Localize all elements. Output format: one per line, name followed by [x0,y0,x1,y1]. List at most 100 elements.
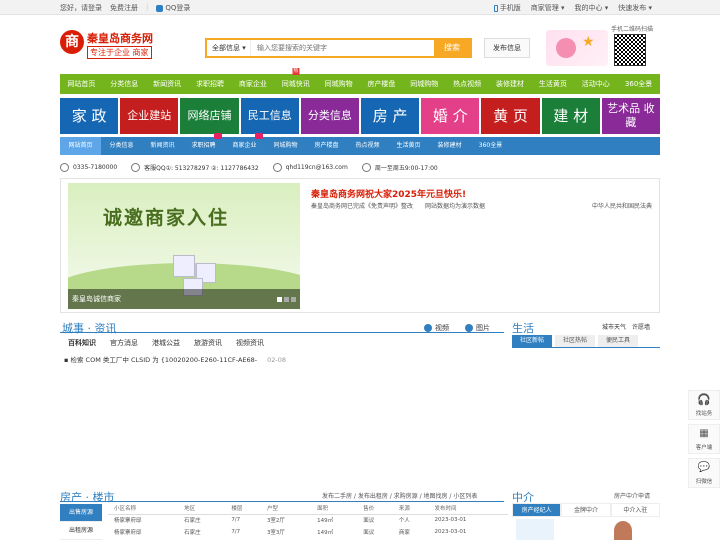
mail-icon [272,162,282,172]
mobile-link[interactable]: 手机版 [493,3,521,13]
table-cell: 个人 [398,518,410,525]
main-nav-item[interactable]: 商家企业 [231,74,274,94]
main-nav-item[interactable]: 同城购物 [317,74,360,94]
greeting-login-link[interactable]: 您好，请登录 [60,3,102,13]
house-links[interactable]: 发布二手房 / 发布出租房 / 求购房源 / 地图找房 / 小区列表 [322,491,477,500]
category-banner[interactable]: 建 材 [541,98,600,134]
category-banner[interactable]: 婚 介 [421,98,480,134]
weather-link[interactable]: 城市天气 [602,322,626,331]
main-nav-item[interactable]: 房产楼盘 [360,74,403,94]
news-link[interactable]: 中华人民共和国民法典 [592,201,652,210]
sub-nav-item[interactable]: 分类信息 [101,137,142,155]
agency-tab[interactable]: 金牌中介 [561,503,611,517]
float-wechat-label: 扫微信 [695,479,713,485]
main-nav-item[interactable]: 同城快讯 [274,74,317,94]
my-center-menu[interactable]: 我的中心 ▾ [575,3,609,13]
main-nav-item[interactable]: 360全景 [617,74,660,94]
main-nav-item[interactable]: 生活黄页 [531,74,574,94]
category-banners: 家 政企业建站 网络店铺 民工信息 分类信息房 产婚 介黄 页建 材艺术品 收藏 [60,98,661,134]
sub-nav-item[interactable]: 新闻资讯 [142,137,183,155]
sub-nav-item[interactable]: 求职招聘 [183,133,224,155]
sub-nav-item[interactable]: 360全景 [470,137,511,155]
news-link[interactable]: 秦皇岛商务网已完成《免责声明》整改 [311,201,413,210]
table-cell: 2023-03-01 [434,517,467,524]
life-tab[interactable]: 社区热帖 [555,335,596,347]
category-banner[interactable]: 企业建站 [120,98,179,134]
main-nav-item[interactable]: 同城购物 [403,74,446,94]
site-logo[interactable]: 商 秦皇岛商务网 专注于企业 商家 [60,30,160,62]
video-label: 视频 [435,324,449,332]
sub-nav-item[interactable]: 热点视频 [347,137,388,155]
house-side-tab[interactable]: 出租房源 [60,522,102,540]
slide-dot[interactable] [277,297,282,302]
search-category-select[interactable]: 全部信息 ▾ [207,40,251,56]
sub-nav-item[interactable]: 商家企业 [224,133,265,155]
search-input[interactable] [257,41,432,55]
sub-nav-item[interactable]: 同城购物 [265,137,306,155]
qr-code [614,34,646,66]
category-banner[interactable]: 分类信息 [300,98,360,134]
table-row[interactable]: 杨家寨府邸 石家庄 7/7 3室2厅 149㎡ 面议 个人 2023-03-01 [108,514,508,526]
news-list-item[interactable]: ▪ 检索 COM 类工厂中 CLSID 为 {10020200-E260-11C… [64,354,286,364]
cube-graphic [173,255,195,277]
life-tab[interactable]: 社区新帖 [512,335,553,347]
table-cell: 3室2厅 [266,518,285,525]
city-news-tab[interactable]: 视频资讯 [236,338,264,348]
slide-dots[interactable] [277,297,296,302]
merchant-menu[interactable]: 商家管理 ▾ [531,3,565,13]
quick-post-menu[interactable]: 快速发布 ▾ [618,3,652,13]
slide-dot[interactable] [291,297,296,302]
register-link[interactable]: 免费注册 [110,3,138,13]
sub-nav-item[interactable]: 生活黄页 [388,137,429,155]
table-column-header: 楼层 [225,502,261,515]
agency-tab[interactable]: 中介入驻 [610,503,660,517]
table-row[interactable]: 杨家寨府邸 石家庄 7/7 3室3厅 149㎡ 面议 商家 2023-03-01 [108,526,508,538]
main-nav-item[interactable]: 网站首页 [60,74,103,94]
wish-wall-link[interactable]: 许愿墙 [632,322,650,331]
city-news-tab[interactable]: 旅游资讯 [194,338,222,348]
headline-news[interactable]: 秦皇岛商务网祝大家2025年元旦快乐! [311,187,466,200]
main-nav-item[interactable]: 分类信息 [103,74,146,94]
city-news-tab[interactable]: 百科知识 [68,338,96,348]
slide-dot[interactable] [284,297,289,302]
news-link[interactable]: 网站数据均为演示数据 [425,201,485,210]
agency-banner[interactable] [516,519,554,540]
search-button[interactable]: 搜索 [434,40,470,56]
main-nav-item[interactable]: 活动中心 [574,74,617,94]
city-news-tab[interactable]: 官方消息 [110,338,138,348]
category-banner[interactable]: 黄 页 [481,98,540,134]
float-service[interactable]: 🎧 找站务 [688,390,720,420]
city-news-tab[interactable]: 港城公益 [152,338,180,348]
float-wechat[interactable]: 💬 扫微信 [688,458,720,488]
top-bar: 您好，请登录 免费注册 | QQ登录 手机版 商家管理 ▾ 我的中心 ▾ 快速发… [0,0,720,15]
main-nav-item[interactable]: 热点视频 [446,74,489,94]
promo-banner[interactable]: ★ [546,30,608,66]
house-side-tab[interactable]: 出售房源 [60,504,102,522]
merchant-label: 商家管理 [530,4,559,12]
sub-nav-item[interactable]: 房产楼盘 [306,137,347,155]
category-banner[interactable]: 艺术品 收藏 [601,98,661,134]
life-tab[interactable]: 便民工具 [598,335,639,347]
office-hours: 周一至周五9:00-17:00 [374,164,438,172]
agency-apply-link[interactable]: 房产中介申请 [614,491,650,500]
category-banner[interactable]: 民工信息 [240,98,299,134]
sub-nav-item[interactable]: 网站首页 [60,137,101,155]
qq-login-link[interactable]: QQ登录 [156,3,190,13]
clock-icon [361,162,371,172]
hero-slide[interactable]: 诚邀商家入住 秦皇岛诚信商家 [68,183,300,309]
photo-tab[interactable]: 图片 [465,323,490,333]
category-banner[interactable]: 网络店铺 [180,98,239,134]
float-app[interactable]: ▦ 客户端 [688,424,720,454]
video-tab[interactable]: 视频 [424,323,449,333]
main-nav-item[interactable]: 装修建材 [489,74,532,94]
agency-tab[interactable]: 房产经纪人 [512,503,562,517]
main-nav-item[interactable]: 求职招聘 [189,74,232,94]
main-nav-item[interactable]: 新闻资讯 [146,74,189,94]
post-info-button[interactable]: 发布信息 [484,38,530,58]
category-banner[interactable]: 房 产 [361,98,420,134]
agent-avatar[interactable] [614,521,632,540]
category-banner[interactable]: 家 政 [60,98,119,134]
sub-nav-item[interactable]: 装修建材 [429,137,470,155]
email-address: qhd119cn@163.com [285,163,348,171]
star-icon: ★ [582,34,595,50]
